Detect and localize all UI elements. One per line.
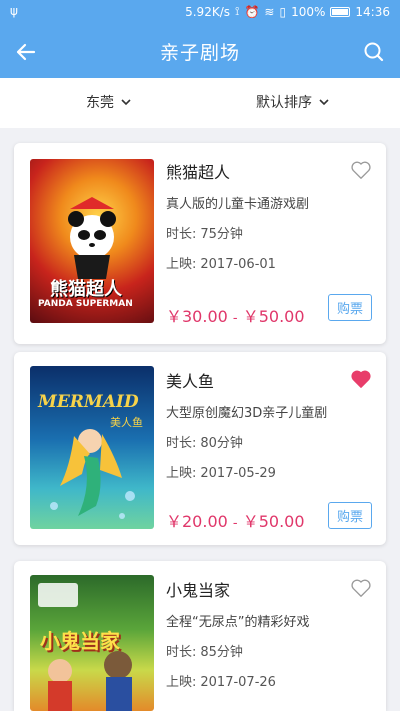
battery-icon [330,6,351,17]
show-release: 上映: 2017-07-26 [166,671,372,691]
release-value: 2017-07-26 [200,675,276,690]
release-label: 上映: [166,675,197,690]
show-description: 真人版的儿童卡通游戏剧 [166,197,310,212]
show-name: 熊猫超人 [166,163,231,182]
battery-percent: 100% [291,4,326,19]
duration-label: 时长: [166,436,197,451]
buy-ticket-button[interactable]: 购票 [328,502,372,529]
release-label: 上映: [166,257,197,272]
show-release: 上映: 2017-06-01 [166,253,372,273]
show-release: 上映: 2017-05-29 [166,462,372,482]
poster-image: 熊猫超人 PANDA SUPERMAN [30,159,154,323]
price-separator: - [232,311,238,326]
price-range: ￥20.00 - ￥50.00 [166,508,305,532]
usb-icon: ψ [10,4,18,18]
chevron-down-icon [319,99,329,106]
net-speed: 5.92K/s [185,4,230,19]
release-value: 2017-06-01 [200,257,276,272]
alarm-icon: ⏰ [244,4,260,19]
mermaid-illustration [50,429,135,519]
poster-title: MERMAID [38,392,139,412]
show-duration: 时长: 80分钟 [166,432,372,452]
show-name: 美人鱼 [166,372,215,391]
duration-value: 80分钟 [200,436,243,451]
status-bar: ψ 5.92K/s ⟟ ⏰ ≋ ▯ 100% 14:36 [0,0,400,25]
chevron-down-icon [121,99,131,106]
show-card[interactable]: MERMAID 美人鱼 美人鱼 大型原创魔幻3D亲子儿童剧 时长: 80分钟 上映… [14,352,386,545]
poster-image: 小鬼当家 [30,575,154,711]
sort-filter[interactable]: 默认排序 [256,92,330,112]
poster-subtitle: PANDA SUPERMAN [38,299,133,309]
page-title: 亲子剧场 [159,42,240,64]
show-info: 小鬼当家 全程“无尿点”的精彩好戏 时长: 85分钟 上映: 2017-07-26 [166,577,372,691]
poster-image: MERMAID 美人鱼 [30,366,154,529]
show-description: 大型原创魔幻3D亲子儿童剧 [166,406,328,421]
release-label: 上映: [166,466,197,481]
city-filter[interactable]: 东莞 [86,92,132,112]
nav-bar: 亲子剧场 [0,25,400,78]
poster-subtitle: 美人鱼 [110,416,143,429]
sort-filter-label: 默认排序 [256,95,312,111]
show-info: 美人鱼 大型原创魔幻3D亲子儿童剧 时长: 80分钟 上映: 2017-05-29 [166,368,372,482]
show-duration: 时长: 85分钟 [166,641,372,661]
poster-title: 熊猫超人 [50,279,122,300]
show-name: 小鬼当家 [166,581,231,600]
price-range: ￥30.00 - ￥50.00 [166,303,305,327]
price-min: ￥30.00 [166,307,228,326]
poster-title: 小鬼当家 [40,629,120,653]
duration-label: 时长: [166,645,197,660]
signal-icon: ⟟ [235,4,240,18]
price-min: ￥20.00 [166,512,228,531]
show-description: 全程“无尿点”的精彩好戏 [166,615,310,630]
price-max: ￥50.00 [242,512,305,531]
show-card[interactable]: 熊猫超人 PANDA SUPERMAN 熊猫超人 真人版的儿童卡通游戏剧 时长:… [14,143,386,344]
filter-bar: 东莞 默认排序 [0,78,400,128]
clock: 14:36 [355,4,390,19]
search-button[interactable] [360,38,388,66]
status-right: 5.92K/s ⟟ ⏰ ≋ ▯ 100% 14:36 [185,4,390,19]
show-duration: 时长: 75分钟 [166,223,372,243]
duration-value: 85分钟 [200,645,243,660]
duration-value: 75分钟 [200,227,243,242]
sim-icon: ▯ [279,4,287,19]
show-info: 熊猫超人 真人版的儿童卡通游戏剧 时长: 75分钟 上映: 2017-06-01 [166,159,372,273]
buy-ticket-button[interactable]: 购票 [328,294,372,321]
duration-label: 时长: [166,227,197,242]
wifi-icon: ≋ [264,4,275,19]
show-card[interactable]: 小鬼当家 小鬼当家 全程“无尿点”的精彩好戏 时长: 85分钟 上映: 2017-0… [14,561,386,711]
city-filter-label: 东莞 [86,95,114,111]
release-value: 2017-05-29 [200,466,276,481]
price-separator: - [232,516,238,531]
price-max: ￥50.00 [242,307,305,326]
search-icon [364,42,384,62]
